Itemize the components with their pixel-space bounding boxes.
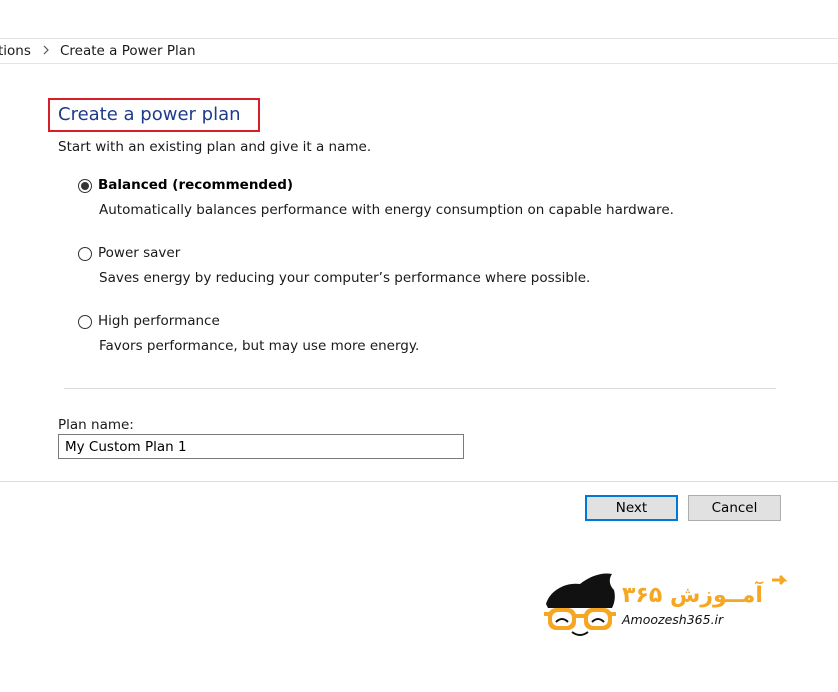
intro-text: Start with an existing plan and give it … [58,139,372,155]
option-description-high-performance: Favors performance, but may use more ene… [99,338,420,354]
section-divider [64,388,776,389]
breadcrumb: tions Create a Power Plan [0,39,838,64]
breadcrumb-item-current[interactable]: Create a Power Plan [60,42,196,60]
plan-name-input[interactable] [58,434,464,459]
watermark-url: Amoozesh365.ir [622,612,724,627]
page-title: Create a power plan [58,104,241,125]
option-label-high-performance[interactable]: High performance [98,312,220,330]
watermark-logo: آمــوزش ۳۶۵ [544,573,788,636]
chevron-right-icon [43,45,49,55]
arrow-icon [772,574,788,586]
option-label-power-saver[interactable]: Power saver [98,244,180,262]
cancel-button[interactable]: Cancel [688,495,781,521]
option-label-balanced[interactable]: Balanced (recommended) [98,176,293,194]
next-button[interactable]: Next [585,495,678,521]
footer-divider [0,481,838,482]
plan-name-label: Plan name: [58,417,134,433]
radio-high-performance[interactable] [78,315,92,329]
watermark-brand-text: آمــوزش ۳۶۵ [622,580,763,608]
breadcrumb-item-power-options[interactable]: tions [0,42,31,60]
radio-power-saver[interactable] [78,247,92,261]
option-description-power-saver: Saves energy by reducing your computer’s… [99,270,591,286]
radio-balanced[interactable] [78,179,92,193]
option-description-balanced: Automatically balances performance with … [99,202,674,218]
cartoon-face-icon [544,573,616,636]
